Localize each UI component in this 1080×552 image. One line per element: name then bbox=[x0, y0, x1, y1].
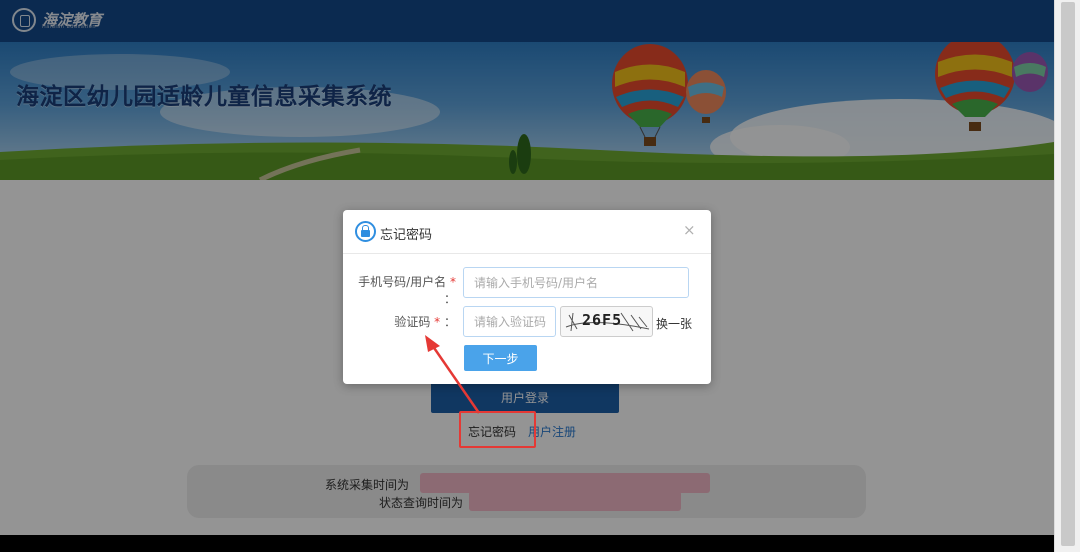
captcha-input[interactable]: 请输入验证码 bbox=[463, 306, 556, 337]
username-input[interactable]: 请输入手机号码/用户名 bbox=[463, 267, 689, 298]
browser-viewport: 海淀教育 Haidian Education 海淀区幼儿园适龄儿童信息采集系统 … bbox=[0, 0, 1054, 552]
captcha-label: 验证码 * ： bbox=[394, 315, 456, 329]
next-step-button[interactable]: 下一步 bbox=[464, 345, 537, 371]
forgot-password-dialog: 忘记密码 × 手机号码/用户名 * ： 请输入手机号码/用户名 验证码 * ： … bbox=[343, 210, 711, 384]
annotation-highlight-box bbox=[459, 411, 536, 448]
lock-icon bbox=[355, 221, 376, 242]
captcha-code: 26F5 bbox=[582, 311, 623, 329]
close-icon[interactable]: × bbox=[683, 221, 696, 239]
scrollbar-thumb[interactable] bbox=[1061, 2, 1075, 546]
captcha-image[interactable]: 26F5 bbox=[560, 306, 653, 337]
vertical-scrollbar[interactable] bbox=[1054, 0, 1080, 552]
refresh-captcha-link[interactable]: 换一张 bbox=[656, 315, 692, 332]
dialog-header: 忘记密码 × bbox=[343, 210, 711, 254]
dialog-title: 忘记密码 bbox=[380, 228, 433, 243]
username-label: 手机号码/用户名 * ： bbox=[358, 275, 456, 306]
